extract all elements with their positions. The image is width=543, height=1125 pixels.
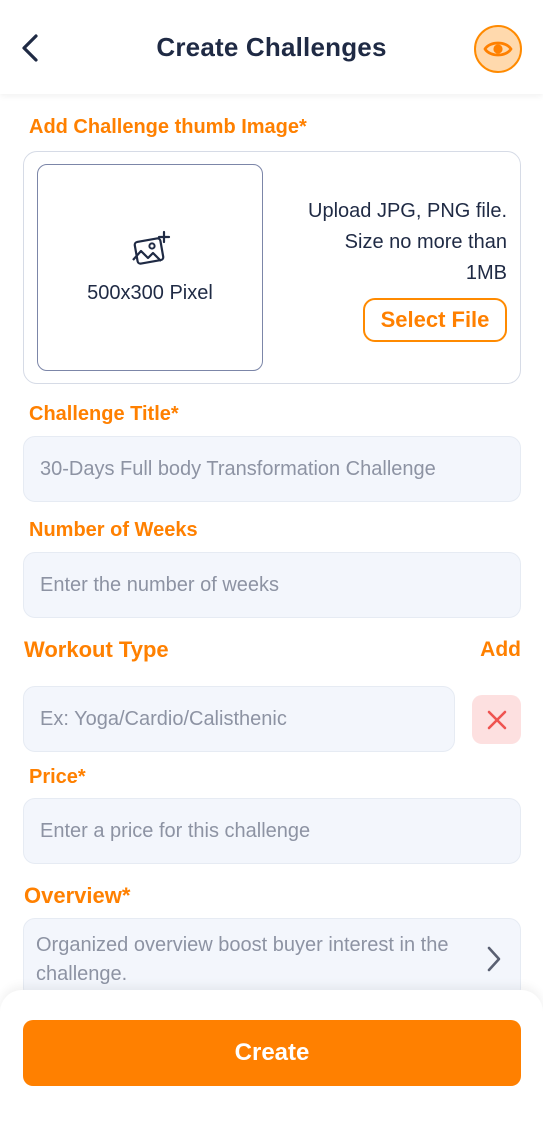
create-button[interactable]: Create — [23, 1020, 521, 1086]
bottom-action-bar: Create — [0, 990, 543, 1125]
app-header: Create Challenges — [0, 0, 543, 94]
challenge-title-label: Challenge Title* — [29, 403, 179, 425]
image-drop-zone[interactable]: 500x300 Pixel — [37, 164, 263, 371]
thumbnail-label: Add Challenge thumb Image* — [29, 116, 307, 138]
preview-button[interactable] — [474, 25, 522, 73]
price-label: Price* — [29, 766, 86, 788]
overview-placeholder: Organized overview boost buyer interest … — [36, 934, 449, 985]
overview-field[interactable]: Organized overview boost buyer interest … — [23, 918, 521, 1000]
upload-info: Upload JPG, PNG file. Size no more than … — [267, 196, 507, 289]
page-title: Create Challenges — [156, 32, 387, 62]
close-icon — [487, 710, 506, 729]
thumbnail-upload-card: 500x300 Pixel Upload JPG, PNG file. Size… — [23, 151, 521, 384]
price-input[interactable]: Enter a price for this challenge — [23, 798, 521, 864]
overview-label: Overview* — [24, 883, 131, 908]
upload-info-line: Size no more than — [344, 231, 507, 253]
weeks-label: Number of Weeks — [29, 519, 198, 541]
image-dimensions-text: 500x300 Pixel — [87, 282, 213, 304]
challenge-title-input[interactable]: 30-Days Full body Transformation Challen… — [23, 436, 521, 502]
upload-info-line: 1MB — [465, 262, 507, 284]
chevron-right-icon — [487, 946, 501, 972]
select-file-button[interactable]: Select File — [363, 298, 507, 342]
eye-icon — [483, 41, 513, 57]
add-image-icon — [132, 230, 171, 265]
remove-workout-type-button[interactable] — [472, 695, 521, 744]
add-workout-type-button[interactable]: Add — [480, 638, 521, 662]
workout-type-input[interactable]: Ex: Yoga/Cardio/Calisthenic — [23, 686, 455, 752]
upload-info-line: Upload JPG, PNG file. — [308, 200, 507, 222]
weeks-input[interactable]: Enter the number of weeks — [23, 552, 521, 618]
workout-type-label: Workout Type — [24, 637, 169, 662]
